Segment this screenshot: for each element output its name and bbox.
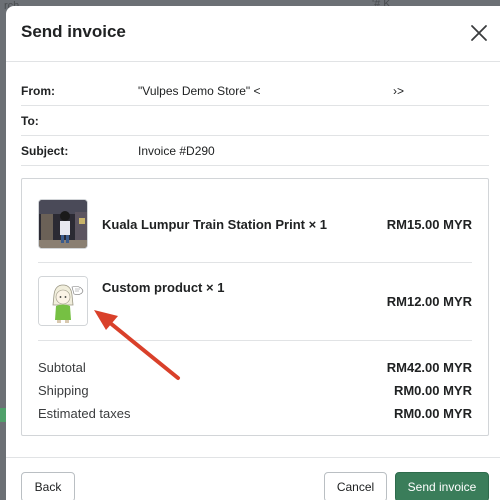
to-field-row: To:: [21, 106, 489, 136]
train-station-photo: [39, 200, 87, 248]
line-item-price: RM12.00 MYR: [386, 294, 472, 309]
from-value[interactable]: "Vulpes Demo Store" <: [138, 84, 260, 98]
subtotal-row: Subtotal RM42.00 MYR: [38, 357, 472, 380]
total-value: RM0.00 MYR: [393, 406, 472, 421]
from-field-row: From: "Vulpes Demo Store" < ›>: [21, 76, 489, 106]
modal-header: Send invoice: [6, 6, 500, 62]
line-item-price: RM15.00 MYR: [386, 217, 472, 232]
total-value: RM42.00 MYR: [386, 360, 472, 375]
total-label: Subtotal: [38, 360, 86, 375]
total-label: Shipping: [38, 383, 89, 398]
close-icon: [471, 25, 487, 41]
from-value-tail: ›>: [393, 84, 405, 98]
totals-section: Subtotal RM42.00 MYR Shipping RM0.00 MYR…: [38, 357, 472, 426]
product-image: [38, 199, 88, 249]
line-item: Custom product × 1 RM12.00 MYR: [38, 263, 472, 341]
back-button[interactable]: Back: [21, 472, 75, 500]
subject-field-row: Subject: Invoice #D290: [21, 136, 489, 166]
to-label: To:: [21, 114, 39, 128]
line-item-title: Custom product × 1: [102, 280, 225, 295]
line-item: Kuala Lumpur Train Station Print × 1 RM1…: [38, 187, 472, 263]
order-summary: Kuala Lumpur Train Station Print × 1 RM1…: [21, 178, 489, 436]
from-label: From:: [21, 84, 55, 98]
taxes-row: Estimated taxes RM0.00 MYR: [38, 403, 472, 426]
send-invoice-modal: Send invoice From: "Vulpes Demo Store" <…: [6, 6, 500, 500]
cancel-button[interactable]: Cancel: [324, 472, 387, 500]
shipping-row: Shipping RM0.00 MYR: [38, 380, 472, 403]
modal-title: Send invoice: [21, 22, 126, 41]
modal-footer: Back Cancel Send invoice: [6, 457, 500, 500]
subject-label: Subject:: [21, 144, 69, 158]
line-item-title: Kuala Lumpur Train Station Print × 1: [102, 217, 328, 232]
close-button[interactable]: [469, 23, 489, 43]
send-invoice-button[interactable]: Send invoice: [395, 472, 489, 500]
product-image: [38, 276, 88, 326]
subject-value[interactable]: Invoice #D290: [138, 144, 215, 158]
total-value: RM0.00 MYR: [393, 383, 472, 398]
total-label: Estimated taxes: [38, 406, 131, 421]
custom-character-drawing: [39, 277, 87, 325]
